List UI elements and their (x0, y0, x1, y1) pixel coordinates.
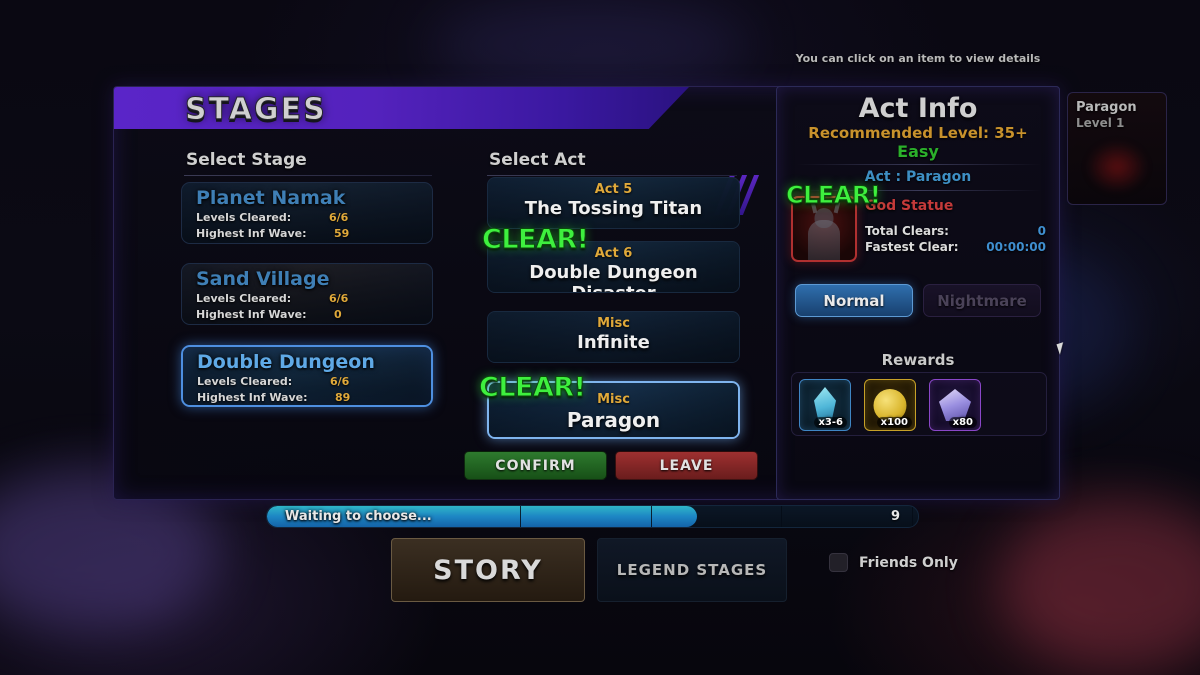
select-act-heading: Select Act (489, 150, 586, 170)
highest-wave-label: Highest Inf Wave: (197, 391, 308, 404)
player-card-level: Level 1 (1076, 116, 1125, 130)
progress-segment-divider-2 (651, 506, 652, 527)
confirm-button[interactable]: CONFIRM (464, 451, 607, 480)
levels-cleared-value: 6/6 (329, 211, 349, 224)
select-stage-heading: Select Stage (186, 150, 307, 170)
rewards-container: x3-6 x100 x80 (791, 372, 1047, 436)
levels-cleared-label: Levels Cleared: (196, 211, 292, 224)
fastest-clear-label: Fastest Clear: (865, 240, 959, 254)
stage-card-planet-namak[interactable]: Planet Namak Levels Cleared: 6/6 Highest… (181, 182, 433, 244)
highest-wave-value: 59 (334, 227, 350, 240)
highest-wave-value: 0 (334, 308, 342, 321)
act-title: The Tossing Titan (524, 198, 703, 219)
page-title: STAGES (185, 92, 327, 128)
friends-only-checkbox[interactable] (829, 553, 848, 572)
act-info-panel: Act Info Recommended Level: 35+ Easy Act… (776, 86, 1060, 572)
levels-cleared-label: Levels Cleared: (196, 292, 292, 305)
act-title: Infinite (577, 332, 650, 353)
waiting-countdown: 9 (890, 509, 900, 524)
background-blur-right (1000, 500, 1200, 670)
act-title: Double Dungeon Disaster (529, 262, 698, 292)
stage-name: Double Dungeon (197, 351, 375, 373)
stage-name: Sand Village (196, 268, 330, 290)
highest-wave-label: Highest Inf Wave: (196, 308, 307, 321)
act-subtitle: Misc (597, 316, 630, 331)
reward-slot-crystal[interactable]: x3-6 (799, 379, 851, 431)
hint-text: You can click on an item to view details (795, 52, 1041, 65)
rewards-heading: Rewards (881, 351, 955, 369)
background-blur-top (430, 0, 750, 90)
leave-button[interactable]: LEAVE (615, 451, 758, 480)
recommended-level: Recommended Level: 35+ (808, 124, 1028, 142)
clear-badge-paragon: CLEAR! (478, 372, 586, 404)
levels-cleared-value: 6/6 (330, 375, 350, 388)
game-screen: You can click on an item to view details… (0, 0, 1200, 675)
act-subtitle: Act 5 (594, 182, 633, 197)
tab-legend-stages[interactable]: LEGEND STAGES (597, 538, 787, 602)
stage-column-rule (184, 175, 432, 176)
levels-cleared-value: 6/6 (329, 292, 349, 305)
friends-only-label: Friends Only (859, 554, 958, 571)
act-info-separator-1 (797, 164, 1041, 165)
levels-cleared-label: Levels Cleared: (197, 375, 293, 388)
reward-quantity: x3-6 (814, 417, 847, 428)
total-clears-label: Total Clears: (865, 224, 949, 238)
progress-segment-divider-3 (781, 506, 782, 527)
player-card-name: Paragon (1076, 100, 1137, 115)
stage-card-double-dungeon[interactable]: Double Dungeon Levels Cleared: 6/6 Highe… (181, 345, 433, 407)
reward-slot-coin[interactable]: x100 (864, 379, 916, 431)
fastest-clear-value: 00:00:00 (986, 240, 1046, 254)
act-info-title: Act Info (858, 93, 978, 124)
highest-wave-label: Highest Inf Wave: (196, 227, 307, 240)
progress-segment-divider-4 (912, 506, 913, 527)
friends-only-row[interactable]: Friends Only (829, 553, 958, 572)
player-card[interactable]: Paragon Level 1 (1067, 92, 1167, 205)
highest-wave-value: 89 (335, 391, 351, 404)
stage-card-sand-village[interactable]: Sand Village Levels Cleared: 6/6 Highest… (181, 263, 433, 325)
reward-quantity: x80 (948, 417, 977, 428)
stage-name: Planet Namak (196, 187, 346, 209)
mode-nightmare-button[interactable]: Nightmare (923, 284, 1041, 317)
tab-story[interactable]: STORY (391, 538, 585, 602)
reward-quantity: x100 (876, 417, 912, 428)
clear-badge-act-info: CLEAR! (785, 181, 881, 210)
act-card-infinite[interactable]: Misc Infinite (487, 311, 740, 363)
act-title: Paragon (566, 408, 661, 432)
progress-segment-divider-1 (520, 506, 521, 527)
mode-normal-button[interactable]: Normal (795, 284, 913, 317)
waiting-status-text: Waiting to choose... (285, 509, 432, 524)
act-column-rule (487, 175, 737, 176)
portrait-body (808, 220, 840, 260)
act-card-act-5[interactable]: Act 5 The Tossing Titan (487, 177, 740, 229)
reward-slot-gem[interactable]: x80 (929, 379, 981, 431)
player-card-glow (1086, 141, 1148, 193)
difficulty-label: Easy (897, 142, 939, 161)
total-clears-value: 0 (1037, 224, 1046, 238)
clear-badge-act-6: CLEAR! (481, 224, 589, 256)
waiting-progress-bar: Waiting to choose... 9 (266, 505, 919, 528)
